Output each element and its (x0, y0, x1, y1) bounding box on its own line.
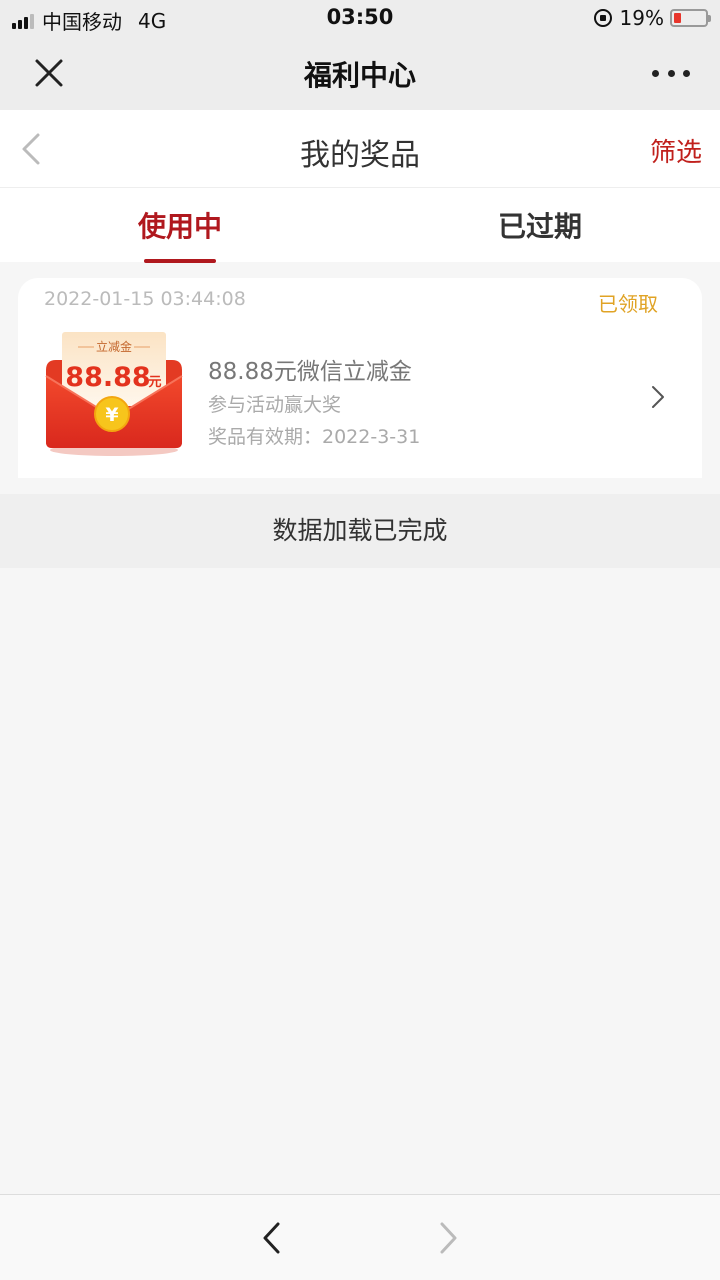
prize-datetime: 2022-01-15 03:44:08 (44, 288, 246, 310)
envelope-unit: 元 (148, 375, 161, 390)
bottom-toolbar (0, 1194, 720, 1280)
page-nav-bar: 我的奖品 筛选 (0, 110, 720, 188)
webview-title: 福利中心 (303, 59, 416, 92)
browser-forward-icon[interactable] (434, 1221, 462, 1255)
status-right: 19% (593, 6, 711, 30)
status-bar: 中国移动 4G 03:50 19% (0, 0, 720, 36)
tab-bar: 使用中 已过期 (0, 188, 720, 263)
chevron-right-icon[interactable] (650, 384, 666, 410)
prize-name: 88.88元微信立减金 (208, 359, 412, 385)
tab-expired[interactable]: 已过期 (360, 188, 720, 262)
envelope-amount: 88.88 (65, 362, 150, 393)
browser-back-icon[interactable] (258, 1221, 286, 1255)
filter-button[interactable]: 筛选 (650, 132, 702, 169)
prize-expiry: 奖品有效期：2022-3-31 (208, 426, 421, 448)
envelope-tag: 立减金 (96, 339, 132, 354)
rotation-lock-icon (593, 9, 612, 27)
red-envelope-icon: 立减金 88.88 元 ¥ (45, 332, 183, 456)
prize-description: 参与活动赢大奖 (208, 394, 342, 416)
battery-percent: 19% (619, 6, 664, 30)
more-icon[interactable] (652, 54, 690, 92)
battery-icon (670, 9, 711, 27)
status-badge: 已领取 (598, 292, 658, 316)
webview-header: 福利中心 (0, 36, 720, 110)
prize-card[interactable]: 2022-01-15 03:44:08 已领取 立减金 88.88 元 ¥ 88… (18, 278, 702, 478)
coin-symbol: ¥ (105, 404, 118, 426)
page-title: 我的奖品 (300, 138, 420, 173)
tab-in-use[interactable]: 使用中 (0, 188, 360, 263)
load-complete-text: 数据加载已完成 (0, 494, 720, 568)
